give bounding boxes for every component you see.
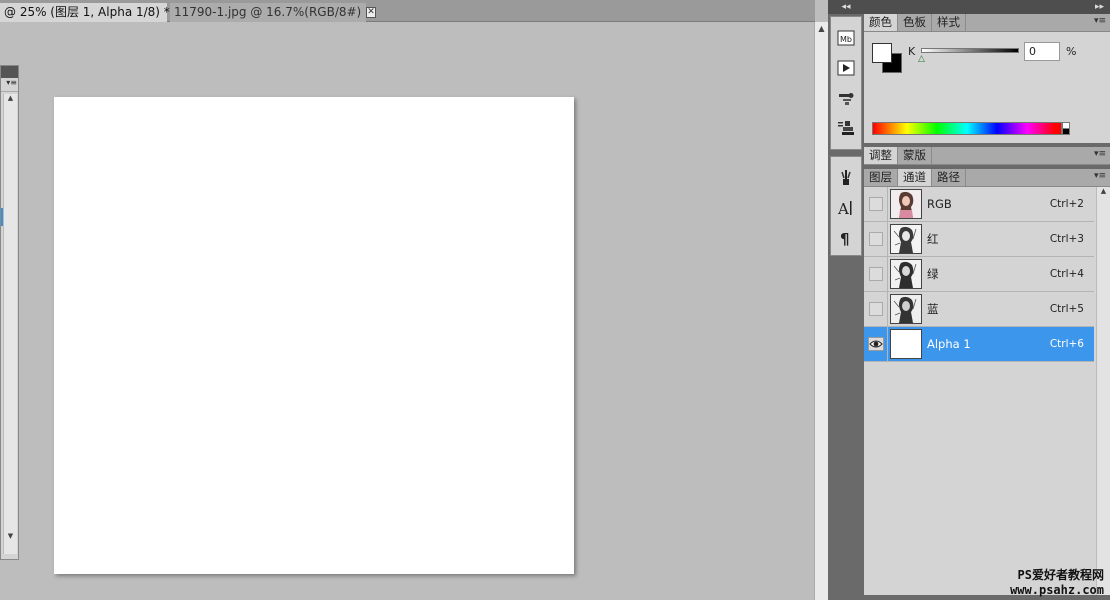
color-panel: K △ 0 % [864, 32, 1110, 143]
channel-thumbnail [890, 189, 922, 219]
visibility-box[interactable] [868, 267, 883, 281]
document-tab-bar: @ 25% (图层 1, Alpha 1/8) * ✕ 11790-1.jpg … [0, 0, 815, 22]
dock-group-1: Mb [830, 16, 862, 150]
k-slider-label: K [908, 45, 916, 58]
channel-name: 绿 [927, 267, 939, 281]
panel-menu-icon[interactable]: ▾≡ [1094, 149, 1106, 159]
channel-row-green[interactable]: 绿 Ctrl+4 [864, 257, 1094, 292]
visibility-box[interactable] [868, 302, 883, 316]
tab-adjustments[interactable]: 调整 [864, 147, 898, 164]
panel-icon-dock: ◂◂ Mb A ¶ [828, 0, 864, 600]
channels-panel: RGB Ctrl+2 红 Ctrl+3 绿 Ctrl+4 蓝 Ctrl+5 Al… [864, 187, 1110, 595]
collapse-panels-icon[interactable]: ▸▸ [864, 0, 1110, 14]
brush-presets-icon[interactable] [831, 163, 861, 193]
channel-thumbnail [890, 294, 922, 324]
channel-thumbnail [890, 259, 922, 289]
scroll-up-icon[interactable]: ▲ [4, 94, 17, 102]
channel-name: 红 [927, 232, 939, 246]
visibility-box[interactable] [868, 232, 883, 246]
slider-thumb-icon[interactable]: △ [918, 54, 925, 64]
play-actions-icon[interactable] [831, 53, 861, 83]
close-tab-icon[interactable]: ✕ [366, 7, 376, 18]
visibility-toggle[interactable] [864, 292, 888, 326]
panel-menu-icon[interactable]: ▾≡ [1094, 171, 1106, 181]
adjustments-panel-tabs: 调整 蒙版 ▾≡ [864, 147, 1110, 165]
black-white-swatch[interactable] [1062, 122, 1070, 135]
channels-scrollbar[interactable]: ▲ [1096, 187, 1110, 595]
channel-shortcut: Ctrl+5 [1049, 303, 1084, 315]
channel-shortcut: Ctrl+2 [1049, 198, 1084, 210]
k-value-input[interactable]: 0 [1024, 42, 1060, 61]
right-panel-column: ▸▸ 颜色 色板 样式 ▾≡ K △ 0 % 调整 蒙版 ▾≡ 图层 通道 路径… [864, 0, 1110, 600]
mini-bridge-icon[interactable]: Mb [831, 23, 861, 53]
left-panel-header[interactable] [1, 66, 18, 78]
tab-color[interactable]: 颜色 [864, 14, 898, 31]
channel-name: 蓝 [927, 302, 939, 316]
channel-name: Alpha 1 [927, 337, 971, 351]
left-panel-scrollbar[interactable]: ▲ ▼ [3, 94, 17, 554]
left-panel-strip: ▾≡ ▲ ▼ [0, 65, 19, 560]
visibility-toggle[interactable] [864, 222, 888, 256]
channel-row-rgb[interactable]: RGB Ctrl+2 [864, 187, 1094, 222]
visibility-box[interactable] [868, 197, 883, 211]
document-vertical-scrollbar[interactable]: ▲ [814, 22, 828, 600]
svg-text:¶: ¶ [840, 230, 850, 247]
channel-row-red[interactable]: 红 Ctrl+3 [864, 222, 1094, 257]
tab-paths[interactable]: 路径 [932, 169, 966, 186]
eye-icon[interactable] [867, 337, 884, 351]
svg-text:A: A [837, 200, 849, 217]
color-panel-tabs: 颜色 色板 样式 ▾≡ [864, 14, 1110, 32]
channel-shortcut: Ctrl+3 [1049, 233, 1084, 245]
visibility-toggle[interactable] [864, 257, 888, 291]
scroll-up-icon[interactable]: ▲ [1097, 187, 1110, 195]
channel-row-alpha1[interactable]: Alpha 1 Ctrl+6 [864, 327, 1094, 362]
document-canvas[interactable] [54, 97, 574, 574]
channel-shortcut: Ctrl+4 [1049, 268, 1084, 280]
svg-text:Mb: Mb [840, 35, 852, 44]
clone-source-icon[interactable] [831, 113, 861, 143]
scroll-up-icon[interactable]: ▲ [815, 24, 828, 33]
color-spectrum-bar[interactable] [872, 122, 1062, 135]
scroll-down-icon[interactable]: ▼ [4, 532, 17, 540]
watermark: PS爱好者教程网 www.psahz.com [1010, 568, 1104, 598]
tool-presets-icon[interactable] [831, 83, 861, 113]
character-icon[interactable]: A [831, 193, 861, 223]
tab-channels[interactable]: 通道 [898, 169, 932, 186]
panel-menu-icon[interactable]: ▾≡ [1094, 16, 1106, 26]
tab-masks[interactable]: 蒙版 [898, 147, 932, 164]
layers-panel-tabs: 图层 通道 路径 ▾≡ [864, 169, 1110, 187]
visibility-toggle[interactable] [864, 187, 888, 221]
percent-label: % [1066, 45, 1077, 58]
document-tab-inactive[interactable]: 11790-1.jpg @ 16.7%(RGB/8#) ✕ [170, 3, 376, 22]
panel-menu-icon[interactable]: ▾≡ [1, 78, 18, 92]
watermark-line2: www.psahz.com [1010, 583, 1104, 597]
channel-shortcut: Ctrl+6 [1049, 338, 1084, 350]
channel-thumbnail [890, 224, 922, 254]
k-slider[interactable] [921, 48, 1019, 53]
tab-layers[interactable]: 图层 [864, 169, 898, 186]
paragraph-icon[interactable]: ¶ [831, 223, 861, 253]
channel-name: RGB [927, 197, 952, 211]
collapse-dock-icon[interactable]: ◂◂ [828, 0, 864, 14]
watermark-line1: PS爱好者教程网 [1017, 568, 1104, 582]
tab-swatches[interactable]: 色板 [898, 14, 932, 31]
dock-group-2: A ¶ [830, 156, 862, 256]
channel-thumbnail [890, 329, 922, 359]
document-tab-label: 11790-1.jpg @ 16.7%(RGB/8#) [174, 5, 362, 19]
document-tab-label: @ 25% (图层 1, Alpha 1/8) * [4, 5, 170, 19]
channel-row-blue[interactable]: 蓝 Ctrl+5 [864, 292, 1094, 327]
visibility-toggle[interactable] [864, 327, 888, 361]
tab-styles[interactable]: 样式 [932, 14, 966, 31]
document-tab-active[interactable]: @ 25% (图层 1, Alpha 1/8) * ✕ [0, 3, 185, 22]
foreground-color-swatch[interactable] [872, 43, 892, 63]
